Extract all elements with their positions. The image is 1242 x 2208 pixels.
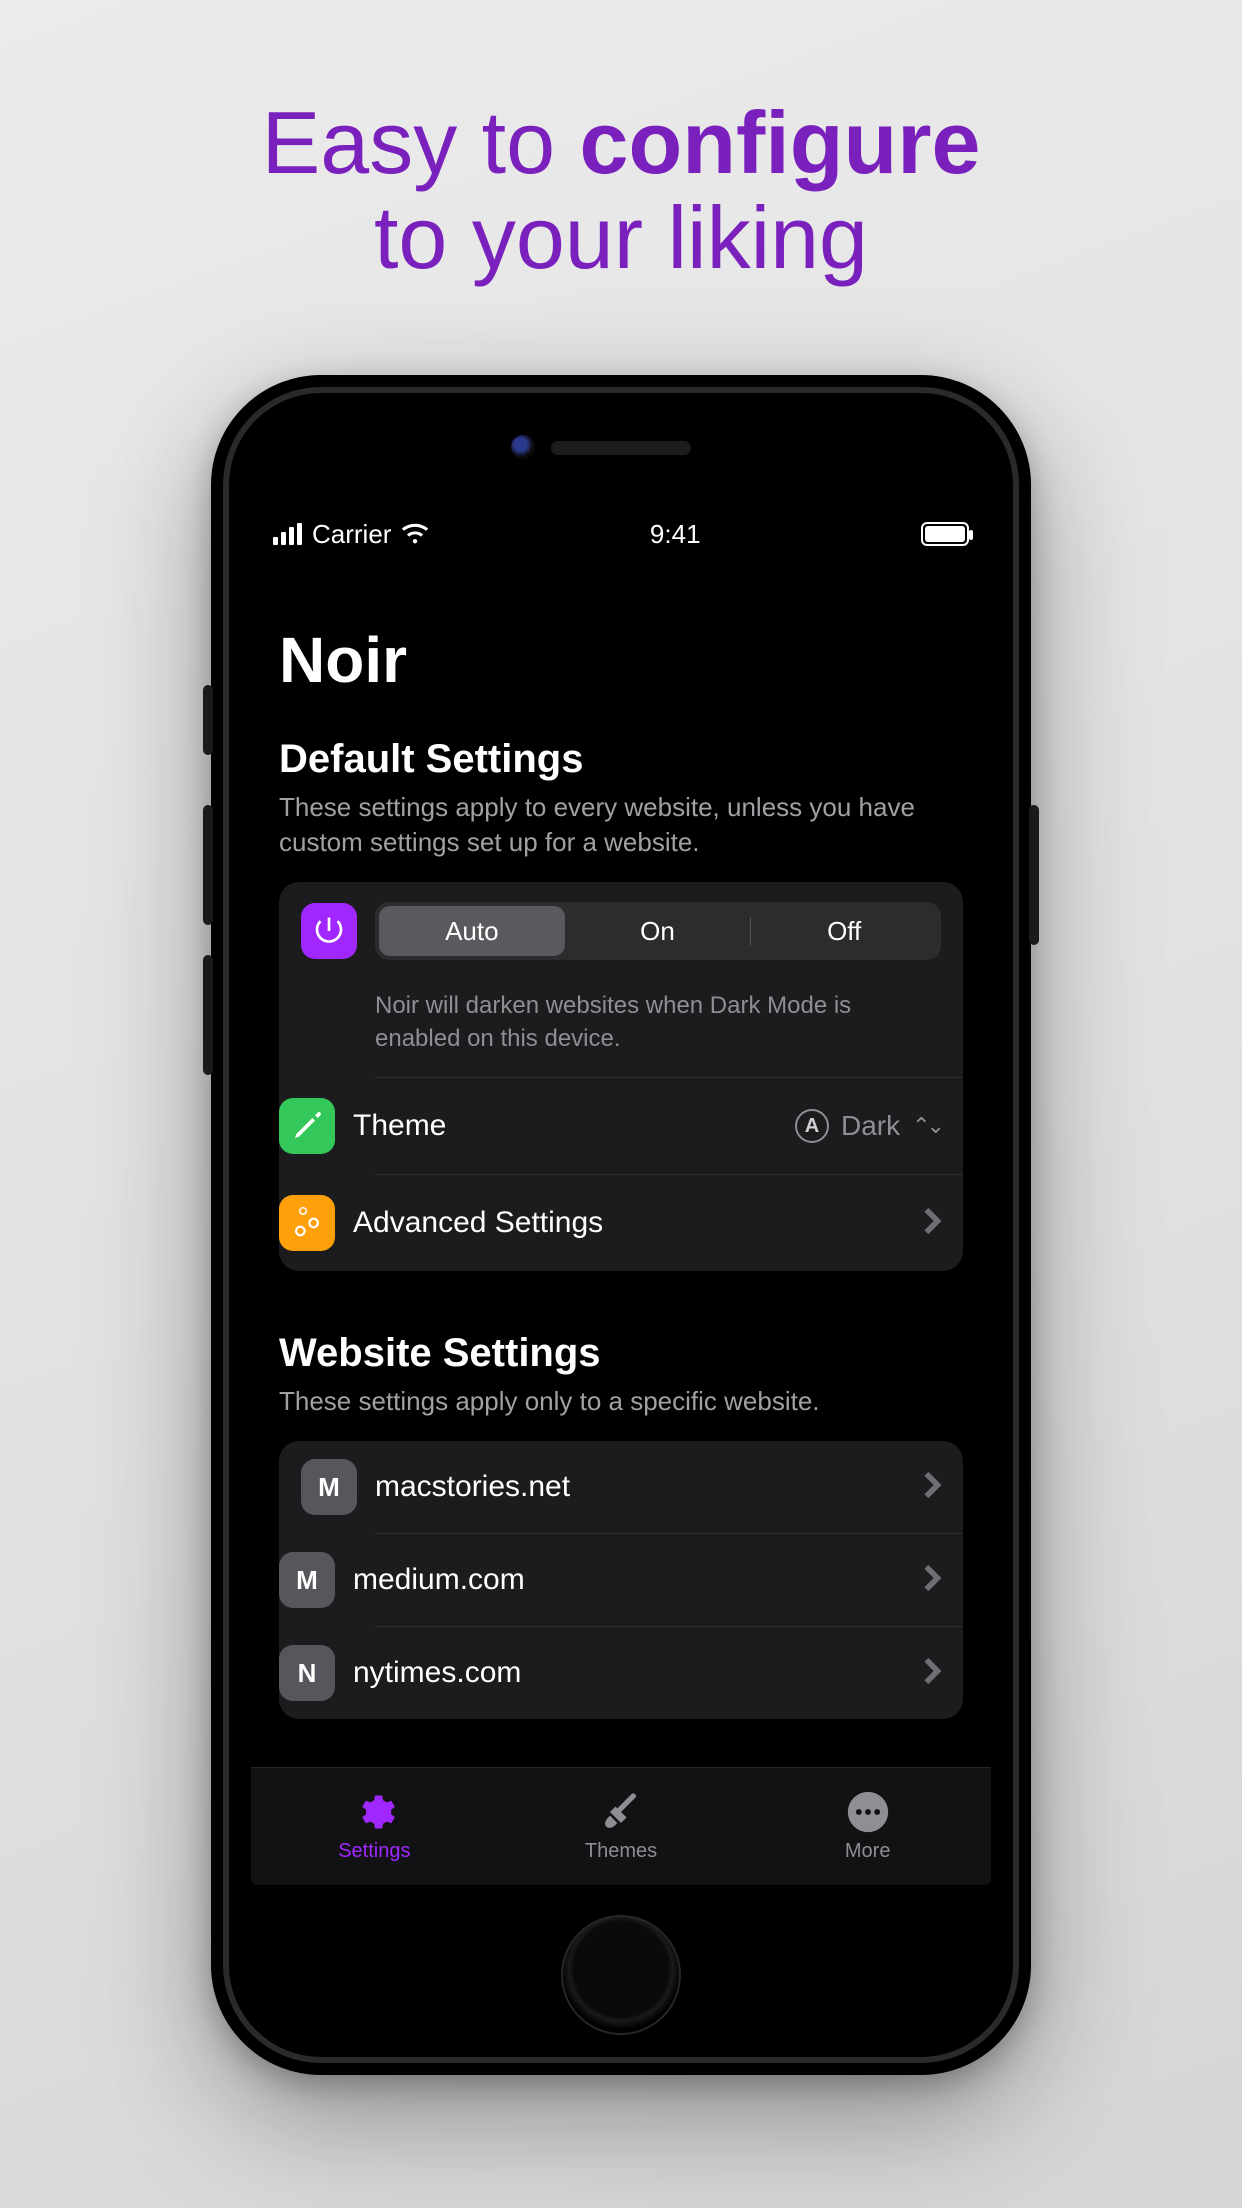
theme-value: Dark bbox=[841, 1110, 900, 1142]
settings-content[interactable]: Noir Default Settings These settings app… bbox=[251, 563, 991, 1767]
tab-settings[interactable]: Settings bbox=[251, 1768, 498, 1885]
advanced-label: Advanced Settings bbox=[353, 1206, 905, 1240]
default-section-desc: These settings apply to every website, u… bbox=[279, 790, 963, 860]
power-icon bbox=[301, 903, 357, 959]
default-section-title: Default Settings bbox=[279, 737, 963, 782]
gear-icon bbox=[352, 1790, 396, 1834]
advanced-settings-row[interactable]: Advanced Settings bbox=[375, 1174, 963, 1271]
power-button bbox=[1029, 805, 1039, 945]
updown-icon: ⌃⌄ bbox=[912, 1113, 941, 1139]
tab-more[interactable]: More bbox=[744, 1768, 991, 1885]
chevron-right-icon bbox=[923, 1471, 941, 1504]
site-domain: medium.com bbox=[353, 1563, 905, 1597]
tab-bar: Settings Themes More bbox=[251, 1767, 991, 1885]
theme-row[interactable]: Theme A Dark ⌃⌄ bbox=[375, 1077, 963, 1174]
marketing-headline: Easy to configure to your liking bbox=[262, 95, 981, 285]
ellipsis-circle-icon bbox=[846, 1790, 890, 1834]
site-domain: nytimes.com bbox=[353, 1656, 905, 1690]
website-section-title: Website Settings bbox=[279, 1331, 963, 1376]
headline-line2: to your liking bbox=[374, 188, 868, 287]
chevron-right-icon bbox=[923, 1207, 941, 1240]
carrier-label: Carrier bbox=[312, 519, 391, 550]
battery-icon bbox=[921, 522, 969, 546]
chevron-right-icon bbox=[923, 1657, 941, 1690]
mode-description: Noir will darken websites when Dark Mode… bbox=[375, 990, 941, 1055]
website-row[interactable]: N nytimes.com bbox=[375, 1626, 963, 1719]
clock: 9:41 bbox=[650, 519, 701, 550]
segment-on[interactable]: On bbox=[565, 906, 751, 956]
status-bar: Carrier 9:41 bbox=[251, 505, 991, 563]
headline-line1-prefix: Easy to bbox=[262, 93, 580, 192]
website-row[interactable]: M medium.com bbox=[375, 1533, 963, 1626]
tab-label: Themes bbox=[585, 1840, 657, 1863]
site-domain: macstories.net bbox=[375, 1470, 905, 1504]
site-letter-icon: N bbox=[279, 1645, 335, 1701]
site-letter-icon: M bbox=[301, 1459, 357, 1515]
front-camera bbox=[511, 435, 535, 459]
wifi-icon bbox=[401, 523, 429, 545]
theme-icon bbox=[279, 1098, 335, 1154]
default-settings-card: Auto On Off Noir will darken websites wh… bbox=[279, 882, 963, 1271]
website-section-desc: These settings apply only to a specific … bbox=[279, 1384, 963, 1419]
volume-down-button bbox=[203, 955, 213, 1075]
mode-segmented-control: Auto On Off bbox=[375, 902, 941, 960]
tab-themes[interactable]: Themes bbox=[498, 1768, 745, 1885]
signal-bars-icon bbox=[273, 523, 302, 545]
tab-label: Settings bbox=[338, 1840, 410, 1863]
website-row[interactable]: M macstories.net bbox=[279, 1441, 963, 1533]
website-list-card: M macstories.net M medium.com N nytimes.… bbox=[279, 1441, 963, 1719]
mute-switch bbox=[203, 685, 213, 755]
home-button[interactable] bbox=[561, 1915, 681, 2035]
site-letter-icon: M bbox=[279, 1552, 335, 1608]
segment-auto[interactable]: Auto bbox=[379, 906, 565, 956]
app-screen: Carrier 9:41 Noir Default Settings These… bbox=[251, 505, 991, 1885]
headline-line1-bold: configure bbox=[580, 93, 981, 192]
auto-badge: A bbox=[795, 1109, 829, 1143]
gears-icon bbox=[279, 1195, 335, 1251]
volume-up-button bbox=[203, 805, 213, 925]
earpiece-speaker bbox=[551, 441, 691, 455]
phone-frame: Carrier 9:41 Noir Default Settings These… bbox=[211, 375, 1031, 2075]
tab-label: More bbox=[845, 1840, 891, 1863]
chevron-right-icon bbox=[923, 1564, 941, 1597]
app-title: Noir bbox=[279, 623, 963, 697]
segment-off[interactable]: Off bbox=[751, 906, 937, 956]
paintbrush-icon bbox=[599, 1790, 643, 1834]
theme-label: Theme bbox=[353, 1109, 777, 1143]
